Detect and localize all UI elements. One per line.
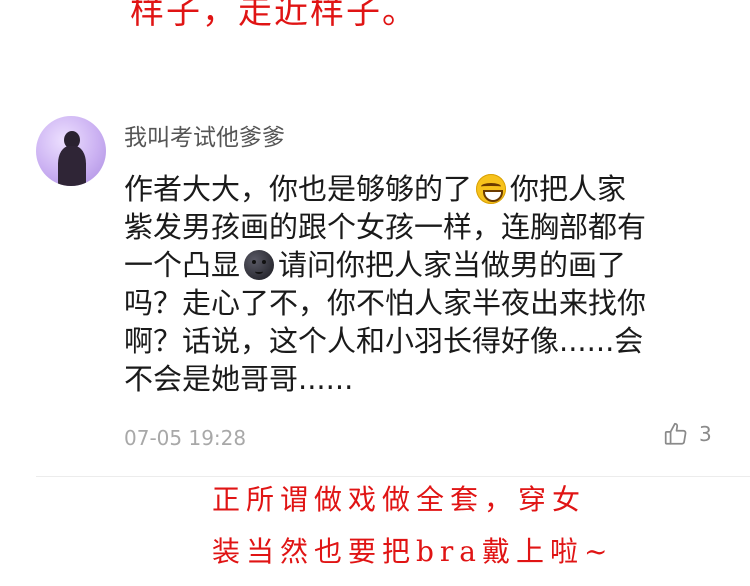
comment-line-1: 作者大大，你也是够够的了 你把人家	[124, 170, 724, 208]
new-moon-face-emoji-icon	[244, 250, 275, 280]
comment-line-2: 紫发男孩画的跟个女孩一样，连胸部都有	[124, 210, 647, 244]
comment-line-6: 不会是她哥哥......	[124, 362, 354, 396]
bottom-annotation-line-2: 装当然也要把bra戴上啦~	[212, 535, 614, 568]
username[interactable]: 我叫考试他爹爹	[124, 118, 285, 152]
comment-line-3: 一个凸显 请问你把人家当做男的画了	[124, 246, 724, 284]
comment-line-3-after: 请问你把人家当做男的画了	[278, 248, 627, 282]
comment-body: 作者大大，你也是够够的了 你把人家 紫发男孩画的跟个女孩一样，连胸部都有 一个凸显…	[124, 170, 724, 398]
bottom-annotation: 正所谓做戏做全套，穿女 装当然也要把bra戴上啦~	[212, 474, 613, 578]
avatar[interactable]	[36, 116, 106, 186]
bottom-annotation-line-1: 正所谓做戏做全套，穿女	[212, 483, 587, 516]
comment-line-1-before: 作者大大，你也是够够的了	[124, 172, 473, 206]
thumbs-up-icon	[664, 422, 687, 445]
comment-line-5: 啊？话说，这个人和小羽长得好像......会	[124, 324, 644, 358]
comment-line-1-after: 你把人家	[510, 172, 627, 206]
comment-line-4: 吗？走心了不，你不怕人家半夜出来找你	[124, 286, 647, 320]
like-count: 3	[699, 422, 712, 446]
top-annotation-text: 样子，走近样子。	[130, 0, 418, 32]
comment-line-3-before: 一个凸显	[124, 248, 241, 282]
grinning-face-emoji-icon	[476, 174, 507, 204]
comment-timestamp: 07-05 19:28	[124, 426, 247, 450]
like-button[interactable]: 3	[663, 421, 712, 447]
avatar-figure-body	[58, 146, 86, 186]
